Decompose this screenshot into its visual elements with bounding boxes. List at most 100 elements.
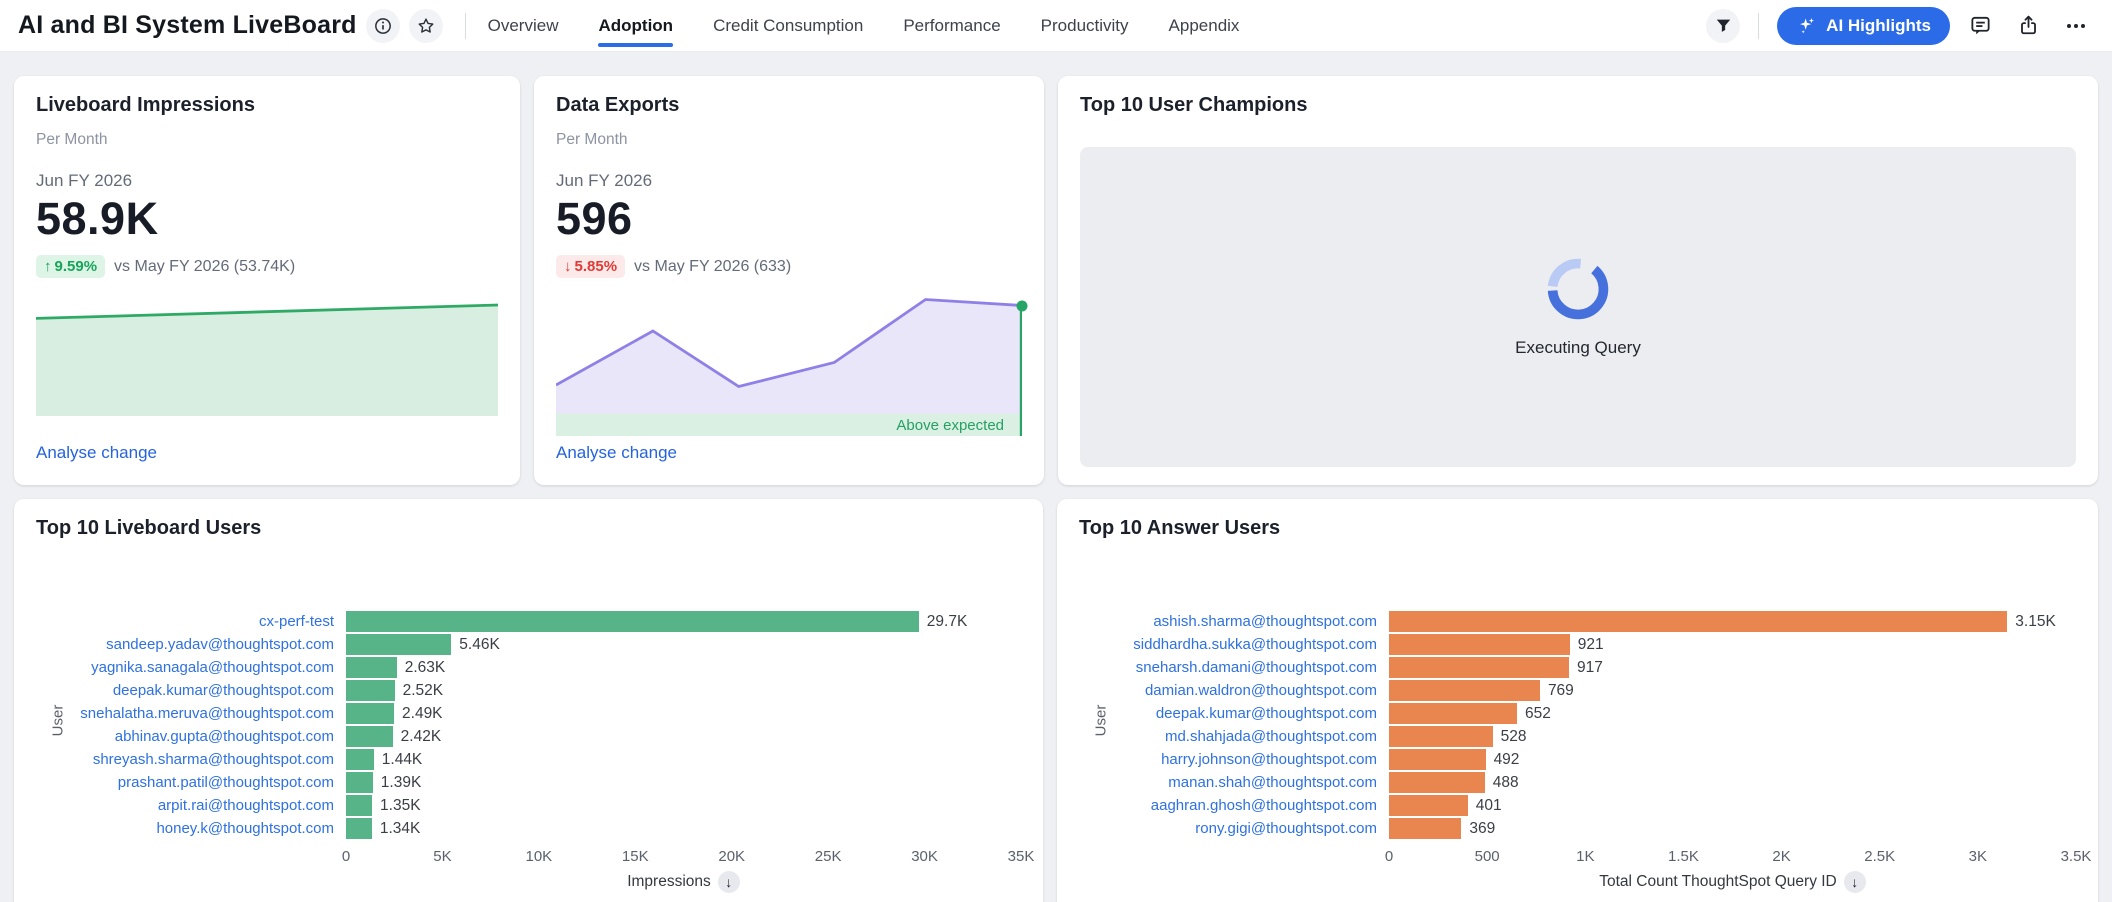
tab-credit-consumption[interactable]: Credit Consumption xyxy=(713,0,863,51)
analyse-change-link[interactable]: Analyse change xyxy=(36,443,157,463)
bar-row: harry.johnson@thoughtspot.com492 xyxy=(1079,748,2076,771)
bar-category-label[interactable]: sneharsh.damani@thoughtspot.com xyxy=(1079,659,1389,676)
bar-value-label: 3.15K xyxy=(2015,611,2056,632)
bar[interactable] xyxy=(346,611,919,632)
bar[interactable] xyxy=(1389,726,1493,747)
bar[interactable] xyxy=(346,749,374,770)
bar-category-label[interactable]: shreyash.sharma@thoughtspot.com xyxy=(36,751,346,768)
comments-button[interactable] xyxy=(1962,8,1998,44)
impressions-trend-chart[interactable] xyxy=(36,294,498,416)
x-axis-tick: 30K xyxy=(911,848,938,865)
bar[interactable] xyxy=(1389,680,1540,701)
card-title: Top 10 Liveboard Users xyxy=(36,517,1021,540)
bar-category-label[interactable]: yagnika.sanagala@thoughtspot.com xyxy=(36,659,346,676)
bar-row: cx-perf-test 29.7K xyxy=(36,610,1021,633)
bar[interactable] xyxy=(1389,703,1517,724)
sort-descending-icon[interactable]: ↓ xyxy=(1844,871,1866,893)
bar[interactable] xyxy=(1389,634,1570,655)
bar[interactable] xyxy=(346,726,393,747)
more-icon xyxy=(2064,14,2088,38)
bar-track: 2.52K xyxy=(346,680,1021,701)
bar-track: 1.34K xyxy=(346,818,1021,839)
star-icon xyxy=(416,16,436,36)
bar-category-label[interactable]: rony.gigi@thoughtspot.com xyxy=(1079,820,1389,837)
bar-category-label[interactable]: ashish.sharma@thoughtspot.com xyxy=(1079,613,1389,630)
bar[interactable] xyxy=(346,818,372,839)
card-title: Data Exports xyxy=(556,94,1022,117)
sort-descending-icon[interactable]: ↓ xyxy=(718,871,740,893)
x-axis-tick: 5K xyxy=(433,848,451,865)
bar-row: prashant.patil@thoughtspot.com1.39K xyxy=(36,771,1021,794)
favorite-button[interactable] xyxy=(409,9,443,43)
bar[interactable] xyxy=(1389,772,1485,793)
bar-value-label: 652 xyxy=(1525,703,1551,724)
share-button[interactable] xyxy=(2010,8,2046,44)
bar[interactable] xyxy=(1389,818,1461,839)
bar[interactable] xyxy=(346,772,373,793)
bar-category-label[interactable]: honey.k@thoughtspot.com xyxy=(36,820,346,837)
bar-value-label: 29.7K xyxy=(927,611,968,632)
bar[interactable] xyxy=(1389,749,1486,770)
sparkle-icon xyxy=(1796,15,1817,36)
more-button[interactable] xyxy=(2058,8,2094,44)
bar[interactable] xyxy=(346,795,372,816)
tab-appendix[interactable]: Appendix xyxy=(1169,0,1240,51)
card-top-10-user-champions: Top 10 User Champions Executing Query xyxy=(1058,76,2098,485)
bar-row: yagnika.sanagala@thoughtspot.com2.63K xyxy=(36,656,1021,679)
bar[interactable] xyxy=(346,680,395,701)
bar-row: damian.waldron@thoughtspot.com769 xyxy=(1079,679,2076,702)
bar-track: 528 xyxy=(1389,726,2076,747)
x-axis-tick: 500 xyxy=(1475,848,1500,865)
info-button[interactable] xyxy=(366,9,400,43)
y-axis-label: User xyxy=(1092,705,1109,737)
bar[interactable] xyxy=(1389,795,1468,816)
bar-category-label[interactable]: harry.johnson@thoughtspot.com xyxy=(1079,751,1389,768)
x-axis-title: Impressions xyxy=(627,873,711,891)
answer-users-bar-chart: User ashish.sharma@thoughtspot.com 3.15K s… xyxy=(1079,610,2076,893)
filter-button[interactable] xyxy=(1706,9,1740,43)
bar-category-label[interactable]: manan.shah@thoughtspot.com xyxy=(1079,774,1389,791)
bar-row: rony.gigi@thoughtspot.com369 xyxy=(1079,817,2076,840)
comment-icon xyxy=(1969,14,1992,37)
bar[interactable] xyxy=(1389,657,1569,678)
bar-track: 492 xyxy=(1389,749,2076,770)
bar-value-label: 2.49K xyxy=(402,703,443,724)
bar-track: 401 xyxy=(1389,795,2076,816)
bar-category-label[interactable]: cx-perf-test xyxy=(36,613,346,630)
bar-track: 2.49K xyxy=(346,703,1021,724)
bar-track: 29.7K xyxy=(346,611,1021,632)
bar-row: abhinav.gupta@thoughtspot.com 2.42K xyxy=(36,725,1021,748)
bar-category-label[interactable]: md.shahjada@thoughtspot.com xyxy=(1079,728,1389,745)
ai-highlights-label: AI Highlights xyxy=(1826,16,1931,36)
bar[interactable] xyxy=(346,634,451,655)
bar-category-label[interactable]: abhinav.gupta@thoughtspot.com xyxy=(36,728,346,745)
bar-category-label[interactable]: sandeep.yadav@thoughtspot.com xyxy=(36,636,346,653)
card-top-10-answer-users: Top 10 Answer Users User ashish.sharma@t… xyxy=(1057,499,2098,902)
bar-category-label[interactable]: siddhardha.sukka@thoughtspot.com xyxy=(1079,636,1389,653)
bar-category-label[interactable]: damian.waldron@thoughtspot.com xyxy=(1079,682,1389,699)
bar-value-label: 2.42K xyxy=(401,726,442,747)
x-axis-ticks: 05001K1.5K2K2.5K3K3.5K xyxy=(1389,848,2076,868)
bar-category-label[interactable]: aaghran.ghosh@thoughtspot.com xyxy=(1079,797,1389,814)
bar[interactable] xyxy=(346,703,394,724)
ai-highlights-button[interactable]: AI Highlights xyxy=(1777,7,1950,45)
liveboard-content: Liveboard Impressions Per Month Jun FY 2… xyxy=(0,52,2112,902)
delta-badge: ↓5.85% xyxy=(556,255,625,278)
bar[interactable] xyxy=(1389,611,2007,632)
tab-adoption[interactable]: Adoption xyxy=(598,0,673,51)
kpi-period: Jun FY 2026 xyxy=(556,171,1022,191)
tab-performance[interactable]: Performance xyxy=(903,0,1000,51)
bar-category-label[interactable]: prashant.patil@thoughtspot.com xyxy=(36,774,346,791)
tab-productivity[interactable]: Productivity xyxy=(1041,0,1129,51)
bar-category-label[interactable]: deepak.kumar@thoughtspot.com xyxy=(36,682,346,699)
bar-category-label[interactable]: deepak.kumar@thoughtspot.com xyxy=(1079,705,1389,722)
bar-category-label[interactable]: arpit.rai@thoughtspot.com xyxy=(36,797,346,814)
bar-value-label: 921 xyxy=(1578,634,1604,655)
bar[interactable] xyxy=(346,657,397,678)
latest-point-marker[interactable] xyxy=(1017,300,1028,311)
analyse-change-link[interactable]: Analyse change xyxy=(556,443,677,463)
bar-value-label: 5.46K xyxy=(459,634,500,655)
exports-trend-chart[interactable]: Above expected xyxy=(556,286,1022,436)
tab-overview[interactable]: Overview xyxy=(488,0,559,51)
bar-category-label[interactable]: snehalatha.meruva@thoughtspot.com xyxy=(36,705,346,722)
